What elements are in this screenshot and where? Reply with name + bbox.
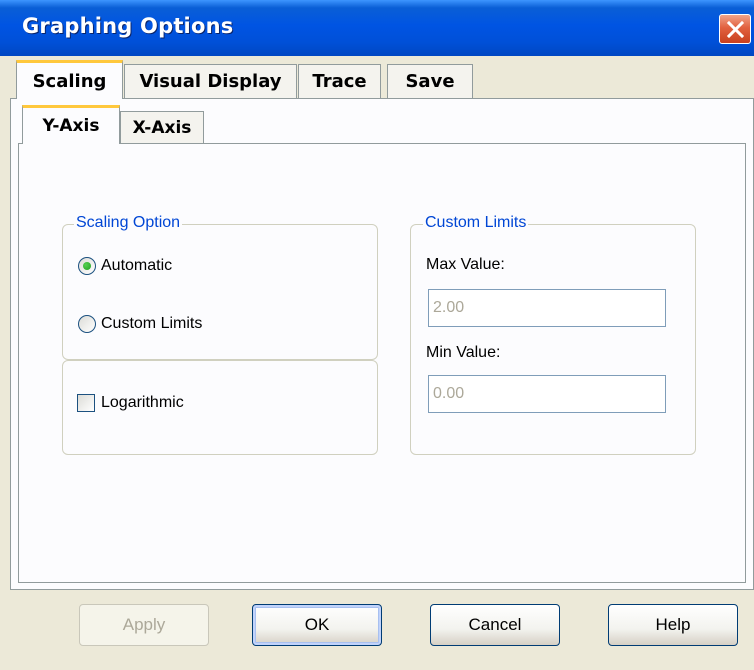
tab-x-axis[interactable]: X-Axis [120,111,204,143]
scaling-option-group [62,224,378,360]
close-icon [727,21,744,38]
tab-trace[interactable]: Trace [298,64,381,98]
automatic-radio[interactable] [78,257,96,275]
tab-label: X-Axis [132,117,192,138]
tab-save[interactable]: Save [387,64,473,98]
cancel-button[interactable]: Cancel [430,604,560,646]
graphing-options-dialog: Graphing Options Scaling Visual Display … [0,0,754,670]
automatic-radio-row[interactable]: Automatic [78,257,172,275]
max-value-label: Max Value: [426,256,505,273]
max-value-input[interactable] [428,289,666,327]
tab-visual-display[interactable]: Visual Display [124,64,297,98]
title-bar[interactable]: Graphing Options [0,0,754,56]
logarithmic-checkbox-row[interactable]: Logarithmic [77,394,184,412]
custom-limits-legend: Custom Limits [423,214,529,232]
close-button[interactable] [719,14,751,44]
tab-label: Trace [312,71,367,92]
logarithmic-label: Logarithmic [101,394,184,411]
tab-label: Y-Axis [42,116,100,136]
custom-limits-radio[interactable] [78,315,96,333]
logarithmic-checkbox[interactable] [77,394,95,412]
min-value-label: Min Value: [426,344,501,361]
custom-limits-label: Custom Limits [101,315,203,332]
tab-scaling[interactable]: Scaling [16,60,123,99]
ok-button[interactable]: OK [252,604,382,646]
custom-limits-radio-row[interactable]: Custom Limits [78,315,202,333]
tab-label: Scaling [32,70,107,92]
tab-label: Visual Display [139,71,282,92]
window-title: Graphing Options [22,14,234,38]
min-value-input[interactable] [428,375,666,413]
automatic-label: Automatic [101,257,173,274]
tab-label: Save [405,71,455,92]
scaling-option-legend: Scaling Option [74,214,183,232]
apply-button[interactable]: Apply [79,604,209,646]
help-button[interactable]: Help [608,604,738,646]
tab-y-axis[interactable]: Y-Axis [22,105,120,144]
